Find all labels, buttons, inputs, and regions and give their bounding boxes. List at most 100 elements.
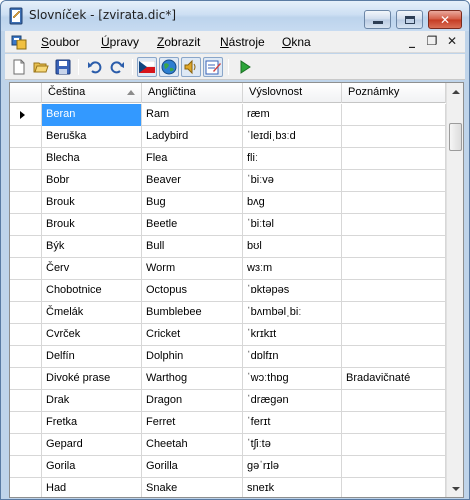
cell-english[interactable]: Ladybird [142,126,243,148]
table-row[interactable]: Býk Bull bʊl [10,236,446,258]
cell-czech[interactable]: Brouk [42,214,142,236]
cell-pronunciation[interactable]: fliː [243,148,342,170]
column-header-pronunciation[interactable]: Výslovnost [243,83,342,103]
cell-english[interactable]: Bull [142,236,243,258]
cell-notes[interactable] [342,280,446,302]
cell-czech[interactable]: Gepard [42,434,142,456]
cell-english[interactable]: Bumblebee [142,302,243,324]
cell-english[interactable]: Octopus [142,280,243,302]
cell-english[interactable]: Cheetah [142,434,243,456]
cell-czech[interactable]: Had [42,478,142,497]
cell-pronunciation[interactable]: ˈkrɪkɪt [243,324,342,346]
row-header[interactable] [10,280,42,302]
table-row[interactable]: Chobotnice Octopus ˈɒktəpəs [10,280,446,302]
cell-pronunciation[interactable]: ræm [243,104,342,126]
table-row[interactable]: Delfín Dolphin ˈdɒlfɪn [10,346,446,368]
cell-english[interactable]: Ferret [142,412,243,434]
english-language-button[interactable] [159,57,179,77]
cell-pronunciation[interactable]: ˈdræɡən [243,390,342,412]
cell-notes[interactable] [342,170,446,192]
cell-czech[interactable]: Delfín [42,346,142,368]
redo-button[interactable] [107,57,127,77]
cell-pronunciation[interactable]: ɡəˈrɪlə [243,456,342,478]
row-header[interactable] [10,236,42,258]
cell-notes[interactable] [342,456,446,478]
row-header[interactable] [10,302,42,324]
table-row[interactable]: Divoké prase Warthog ˈwɔːthɒɡ Bradavičnaté [10,368,446,390]
maximize-button[interactable] [396,10,423,29]
column-header-czech[interactable]: Čeština [42,83,142,103]
cell-english[interactable]: Snake [142,478,243,497]
cell-pronunciation[interactable]: sneɪk [243,478,342,497]
cell-pronunciation[interactable]: ˈɒktəpəs [243,280,342,302]
vertical-scrollbar[interactable] [446,83,463,497]
table-row[interactable]: Červ Worm wɜːm [10,258,446,280]
cell-english[interactable]: Cricket [142,324,243,346]
menu-nastroje[interactable]: Nástroje [220,35,265,49]
cell-czech[interactable]: Čmelák [42,302,142,324]
cell-czech[interactable]: Blecha [42,148,142,170]
table-row[interactable]: Had Snake sneɪk [10,478,446,497]
table-row[interactable]: Gepard Cheetah ˈtʃiːtə [10,434,446,456]
cell-czech[interactable]: Cvrček [42,324,142,346]
cell-pronunciation[interactable]: bʊl [243,236,342,258]
cell-notes[interactable] [342,412,446,434]
close-button[interactable]: ✕ [428,10,462,29]
table-row[interactable]: Beran Ram ræm [10,104,446,126]
menu-okna[interactable]: Okna [282,35,311,49]
row-header[interactable] [10,412,42,434]
cell-notes[interactable] [342,104,446,126]
cell-pronunciation[interactable]: ˈwɔːthɒɡ [243,368,342,390]
menu-upravy[interactable]: Úpravy [101,35,139,49]
cell-notes[interactable] [342,434,446,456]
mdi-minimize-button[interactable]: _ [405,34,419,48]
scroll-down-button[interactable] [447,480,463,497]
cell-english[interactable]: Gorilla [142,456,243,478]
row-header[interactable] [10,170,42,192]
cell-notes[interactable] [342,126,446,148]
row-header[interactable] [10,324,42,346]
row-header[interactable] [10,214,42,236]
pronunciation-button[interactable] [181,57,201,77]
column-header-english[interactable]: Angličtina [142,83,243,103]
cell-notes[interactable] [342,478,446,497]
menu-soubor[interactable]: Soubor [41,35,80,49]
open-button[interactable] [31,57,51,77]
cell-czech[interactable]: Beran [42,104,142,126]
row-header[interactable] [10,258,42,280]
row-header[interactable] [10,456,42,478]
table-row[interactable]: Čmelák Bumblebee ˈbʌmbəlˌbiː [10,302,446,324]
row-header[interactable] [10,390,42,412]
row-header[interactable] [10,148,42,170]
cell-czech[interactable]: Divoké prase [42,368,142,390]
row-header[interactable] [10,126,42,148]
minimize-button[interactable] [364,10,391,29]
cell-pronunciation[interactable]: wɜːm [243,258,342,280]
cell-pronunciation[interactable]: ˈbʌmbəlˌbiː [243,302,342,324]
cell-czech[interactable]: Chobotnice [42,280,142,302]
table-row[interactable]: Blecha Flea fliː [10,148,446,170]
cell-english[interactable]: Worm [142,258,243,280]
cell-notes[interactable] [342,390,446,412]
menu-zobrazit[interactable]: Zobrazit [157,35,200,49]
row-header[interactable] [10,346,42,368]
cell-notes[interactable] [342,214,446,236]
table-row[interactable]: Cvrček Cricket ˈkrɪkɪt [10,324,446,346]
undo-button[interactable] [85,57,105,77]
table-row[interactable]: Brouk Beetle ˈbiːtəl [10,214,446,236]
table-row[interactable]: Fretka Ferret ˈferɪt [10,412,446,434]
cell-czech[interactable]: Gorila [42,456,142,478]
cell-czech[interactable]: Beruška [42,126,142,148]
cell-pronunciation[interactable]: ˈdɒlfɪn [243,346,342,368]
dictionary-grid[interactable]: Čeština Angličtina Výslovnost Poznámky B… [9,82,464,498]
cell-pronunciation[interactable]: bʌɡ [243,192,342,214]
cell-czech[interactable]: Fretka [42,412,142,434]
cell-pronunciation[interactable]: ˈleɪdiˌbɜːd [243,126,342,148]
cell-czech[interactable]: Brouk [42,192,142,214]
table-row[interactable]: Beruška Ladybird ˈleɪdiˌbɜːd [10,126,446,148]
cell-english[interactable]: Warthog [142,368,243,390]
row-header[interactable] [10,434,42,456]
cell-english[interactable]: Flea [142,148,243,170]
cell-czech[interactable]: Červ [42,258,142,280]
table-row[interactable]: Gorila Gorilla ɡəˈrɪlə [10,456,446,478]
